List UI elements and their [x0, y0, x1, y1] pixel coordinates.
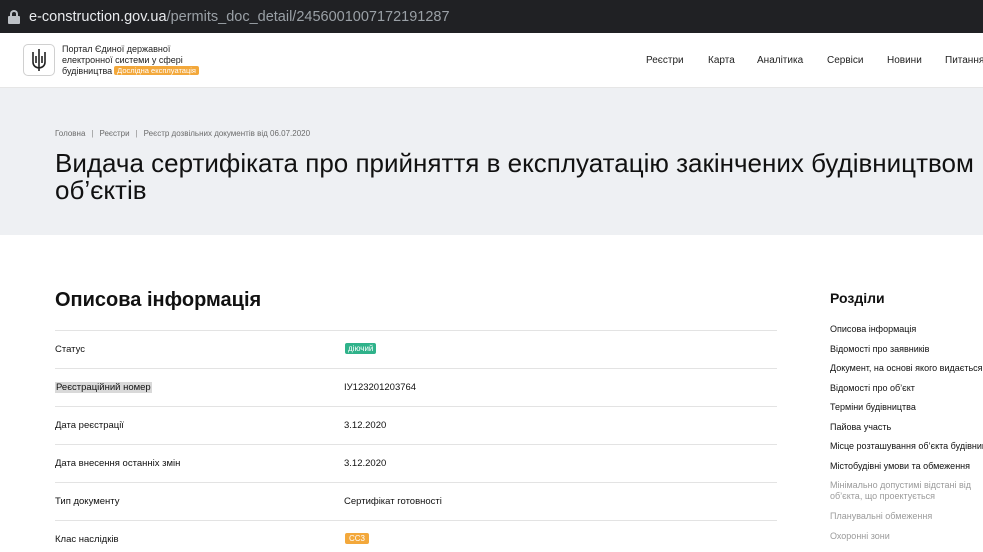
table-row-reg-date: Дата реєстрації 3.12.2020 — [55, 406, 777, 444]
url-domain: e-construction.gov.ua — [29, 8, 167, 25]
section-link[interactable]: Пайова участь — [830, 420, 983, 440]
nav-news[interactable]: Новини — [887, 55, 922, 66]
main-nav: Реєстри Карта Аналітика Сервіси Новини П… — [0, 55, 983, 69]
table-row-status: Статус діючий — [55, 330, 777, 368]
page-hero: Головна | Реєстри | Реєстр дозвільних докуме… — [0, 88, 983, 235]
nav-services[interactable]: Сервіси — [827, 55, 863, 66]
consequence-class-badge: СС3 — [345, 533, 370, 544]
nav-map[interactable]: Карта — [708, 55, 735, 66]
row-label: Статус — [55, 344, 86, 355]
section-link[interactable]: Відомості про об’єкт — [830, 381, 983, 401]
section-link[interactable]: Місце розташування об’єкта будівництва — [830, 439, 983, 459]
page-title: Видача сертифіката про прийняття в експл… — [55, 148, 974, 205]
section-link[interactable]: Мінімально допустимі відстані від об’єкт… — [830, 478, 983, 509]
section-link[interactable]: Відомості про заявників — [830, 342, 983, 362]
row-value: Сертифікат готовності — [344, 496, 442, 507]
row-value: 3.12.2020 — [344, 420, 387, 431]
table-row-last-change: Дата внесення останніх змін 3.12.2020 — [55, 444, 777, 482]
browser-address-bar[interactable]: e-construction.gov.ua/permits_doc_detail… — [0, 0, 983, 33]
section-link[interactable]: Терміни будівництва — [830, 400, 983, 420]
row-label: Реєстраційний номер — [55, 382, 152, 393]
breadcrumb-registries[interactable]: Реєстри — [99, 129, 129, 138]
section-link[interactable]: Планувальні обмеження — [830, 509, 983, 529]
info-table: Статус діючий Реєстраційний номер ІУ1232… — [55, 330, 777, 552]
sections-list: Описова інформація Відомості про заявник… — [830, 322, 983, 548]
row-value: 3.12.2020 — [344, 458, 387, 469]
row-label: Тип документу — [55, 496, 120, 507]
table-row-reg-number: Реєстраційний номер ІУ123201203764 — [55, 368, 777, 406]
row-label: Дата внесення останніх змін — [55, 458, 181, 469]
nav-registries[interactable]: Реєстри — [646, 55, 684, 66]
table-row-consequence-class: Клас наслідків СС3 — [55, 520, 777, 552]
section-link[interactable]: Містобудівні умови та обмеження — [830, 459, 983, 479]
nav-analytics[interactable]: Аналітика — [757, 55, 803, 66]
url-text[interactable]: e-construction.gov.ua/permits_doc_detail… — [29, 9, 450, 25]
row-label: Клас наслідків — [55, 534, 119, 545]
breadcrumb-home[interactable]: Головна — [55, 129, 85, 138]
nav-questions[interactable]: Питання — [945, 55, 983, 66]
section-link[interactable]: Охоронні зони — [830, 529, 983, 549]
site-header: Портал Єдиної державної електронної сист… — [0, 33, 983, 88]
status-badge: діючий — [345, 343, 377, 354]
portal-name-line1: Портал Єдиної державної — [62, 44, 171, 54]
url-path: /permits_doc_detail/2456001007172191287 — [166, 8, 450, 25]
section-link[interactable]: Описова інформація — [830, 322, 983, 342]
breadcrumb-current: Реєстр дозвільних документів від 06.07.2… — [143, 129, 311, 138]
row-value: ІУ123201203764 — [344, 382, 417, 393]
section-title: Описова інформація — [55, 289, 262, 311]
sections-title: Розділи — [830, 290, 885, 306]
section-link[interactable]: Документ, на основі якого видається — [830, 361, 983, 381]
breadcrumb: Головна | Реєстри | Реєстр дозвільних докуме… — [55, 129, 311, 138]
table-row-doc-type: Тип документу Сертифікат готовності — [55, 482, 777, 520]
lock-icon — [8, 9, 20, 24]
row-label: Дата реєстрації — [55, 420, 124, 431]
